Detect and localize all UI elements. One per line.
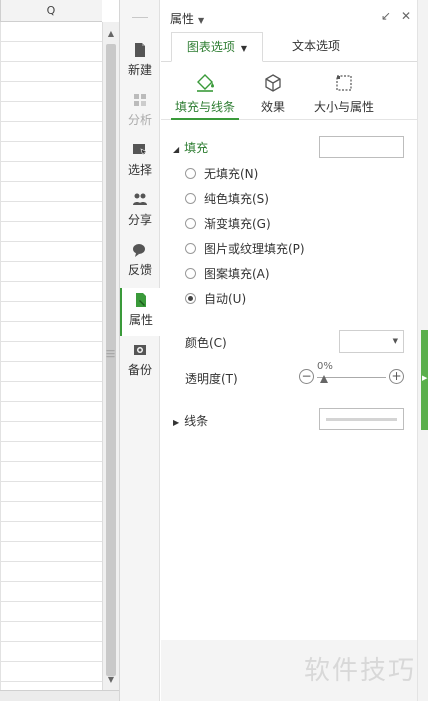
radio-button[interactable] (185, 218, 196, 229)
column-header[interactable]: Q (0, 0, 102, 22)
radio-solid-fill[interactable]: 纯色填充(S) (185, 189, 269, 209)
sidebar-item-label: 反馈 (127, 263, 152, 277)
radio-label: 纯色填充(S) (204, 192, 269, 206)
sidebar-item-new[interactable]: 新建 (120, 38, 160, 86)
tab-label: 图表选项 (186, 40, 235, 54)
select-icon (133, 144, 148, 158)
scroll-down-icon[interactable]: ▼ (103, 672, 119, 688)
section-line-header[interactable]: ▶ 线条 (173, 412, 208, 429)
sidebar-item-share[interactable]: 分享 (120, 188, 160, 236)
subtab-label: 填充与线条 (174, 100, 235, 114)
radio-label: 渐变填充(G) (204, 217, 271, 231)
radio-gradient-fill[interactable]: 渐变填充(G) (185, 214, 271, 234)
subtab-label: 效果 (260, 100, 285, 114)
radio-pattern-fill[interactable]: 图案填充(A) (185, 264, 270, 284)
radio-label: 图片或纹理填充(P) (204, 242, 305, 256)
panel-edge-bar: ▶ (417, 0, 428, 701)
sidebar-item-properties[interactable]: 属性 (120, 288, 160, 336)
subtab-fill-line[interactable]: 填充与线条 (171, 68, 239, 120)
radio-label: 无填充(N) (204, 167, 259, 181)
cube-icon (265, 74, 281, 92)
sidebar-item-select[interactable]: 选择 (120, 138, 160, 186)
section-title: 线条 (184, 414, 209, 428)
sidebar-item-feedback[interactable]: 反馈 (120, 238, 160, 286)
slider-knob[interactable] (320, 375, 328, 383)
sidebar-item-analysis[interactable]: 分析 (120, 88, 160, 136)
section-title: 填充 (184, 141, 209, 155)
size-icon (336, 75, 352, 91)
color-label: 颜色(C) (185, 336, 227, 350)
share-icon (133, 193, 147, 205)
plus-icon[interactable]: + (389, 369, 404, 384)
radio-button[interactable] (185, 243, 196, 254)
radio-button[interactable] (185, 293, 196, 304)
panel-collapse-handle[interactable]: ▶ (421, 330, 428, 430)
properties-icon (136, 293, 146, 307)
radio-button[interactable] (185, 193, 196, 204)
radio-label: 图案填充(A) (204, 267, 270, 281)
subtab-effects[interactable]: 效果 (251, 68, 295, 120)
line-preview-bar (326, 418, 397, 421)
sidebar-item-label: 分享 (127, 213, 152, 227)
radio-auto-fill[interactable]: 自动(U) (185, 289, 246, 309)
cell-grid[interactable] (0, 22, 102, 690)
dock-icon[interactable]: ↙ (381, 9, 391, 23)
section-fill-header[interactable]: ◢ 填充 (173, 139, 208, 156)
chevron-down-icon: ▼ (198, 16, 205, 25)
panel-title[interactable]: 属性 ▼ (170, 10, 204, 27)
chevron-right-icon: ▶ (422, 374, 428, 382)
minus-icon[interactable]: − (299, 369, 314, 384)
task-pane-sidebar: 新建 分析 选择 分享 反馈 属性 备份 (120, 0, 160, 701)
radio-button[interactable] (185, 168, 196, 179)
color-dropdown[interactable]: ▼ (339, 330, 404, 353)
expand-triangle-icon: ▶ (173, 418, 180, 427)
sub-tabs: 填充与线条 效果 大小与属性 (161, 68, 417, 120)
new-file-icon (135, 43, 145, 57)
analysis-icon (134, 94, 146, 106)
radio-button[interactable] (185, 268, 196, 279)
subtab-label: 大小与属性 (313, 100, 374, 114)
panel-title-text: 属性 (170, 12, 195, 26)
sidebar-item-label: 新建 (127, 63, 152, 77)
sidebar-item-backup[interactable]: 备份 (120, 338, 160, 386)
feedback-icon (133, 244, 145, 257)
radio-picture-fill[interactable]: 图片或纹理填充(P) (185, 239, 305, 259)
backup-icon (134, 345, 146, 355)
scroll-up-icon[interactable]: ▲ (103, 26, 119, 42)
tab-chart-options[interactable]: 图表选项 ▼ (171, 32, 263, 62)
chevron-down-icon: ▼ (240, 44, 248, 53)
transparency-value: 0% (317, 361, 333, 372)
column-q-label: Q (46, 4, 56, 17)
sidebar-item-label: 属性 (128, 313, 153, 327)
horizontal-scrollbar[interactable] (0, 690, 119, 701)
radio-no-fill[interactable]: 无填充(N) (185, 164, 258, 184)
collapse-triangle-icon: ◢ (173, 145, 180, 154)
sidebar-item-label: 分析 (127, 113, 152, 127)
subtab-size-properties[interactable]: 大小与属性 (311, 68, 377, 120)
fill-bucket-icon (197, 74, 214, 92)
tab-label: 文本选项 (291, 39, 340, 53)
transparency-label: 透明度(T) (185, 372, 238, 386)
close-icon[interactable]: ✕ (401, 9, 411, 23)
tab-text-options[interactable]: 文本选项 (271, 32, 361, 62)
sidebar-item-label: 选择 (127, 163, 152, 177)
chevron-down-icon: ▼ (392, 337, 398, 345)
drag-handle-icon[interactable]: — — — (106, 347, 115, 362)
sidebar-grip (132, 17, 148, 18)
properties-panel: 属性 ▼ ↙ ✕ 图表选项 ▼ 文本选项 填充与线条 效果 大小与属性 ◢ 填充 无填… (161, 0, 417, 640)
line-preview-box (319, 408, 404, 430)
watermark-text: 软件技巧 (304, 656, 417, 686)
fill-preview-box (319, 136, 404, 158)
panel-tabs: 图表选项 ▼ 文本选项 (161, 32, 417, 62)
transparency-slider[interactable]: − 0% + (299, 361, 404, 386)
spreadsheet-area[interactable]: Q ▲ ▼ (0, 0, 120, 701)
radio-label: 自动(U) (204, 292, 247, 306)
sidebar-item-label: 备份 (127, 363, 152, 377)
